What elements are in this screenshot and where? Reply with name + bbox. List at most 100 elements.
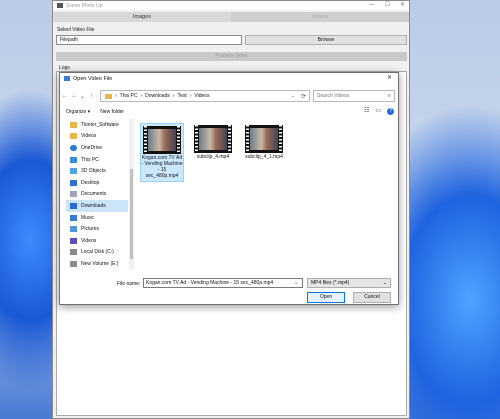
command-bar: Organize ▾ New folder ☷ ▭ ?: [60, 106, 400, 117]
tab-videos[interactable]: Videos: [231, 12, 409, 22]
file-name: subclip_4.mp4: [196, 154, 230, 160]
sidebar-item-documents[interactable]: Documents: [66, 189, 128, 201]
help-icon[interactable]: ?: [387, 108, 394, 115]
tab-images[interactable]: Images: [53, 12, 231, 22]
sidebar-item-music[interactable]: Music: [66, 212, 128, 224]
sidebar-item-onedrive[interactable]: OneDrive: [66, 142, 128, 154]
open-file-dialog: Open Video File ✕ ← → ⌄ ↑ › This PC › Do…: [59, 72, 399, 305]
folder-icon: [105, 93, 112, 99]
download-icon: [70, 202, 77, 209]
dialog-title: Open Video File: [73, 75, 113, 82]
new-folder-button[interactable]: New folder: [100, 109, 124, 115]
navigation-pane: Tkinter_Software Videos OneDrive This PC…: [66, 119, 128, 269]
sidebar-item-new-volume[interactable]: New Volume (E:): [66, 258, 128, 269]
folder-icon: [70, 133, 77, 140]
pictures-icon: [70, 226, 77, 233]
sidebar-item-tkinter-software[interactable]: Tkinter_Software: [66, 119, 128, 131]
address-bar[interactable]: › This PC › Downloads › Test › Videos ⌄ …: [100, 90, 310, 102]
breadcrumb-sep: ›: [172, 93, 175, 99]
computer-icon: [70, 156, 77, 163]
chevron-down-icon: ⌄: [382, 280, 387, 286]
drive-icon: [70, 249, 77, 256]
sidebar-item-label: Videos: [81, 237, 97, 244]
sidebar-item-label: 3D Objects: [81, 168, 106, 175]
sidebar-item-3d-objects[interactable]: 3D Objects: [66, 165, 128, 177]
window-controls: — ☐ ✕: [369, 1, 405, 10]
sidebar-item-videos-folder[interactable]: Videos: [66, 131, 128, 143]
sidebar-item-label: Desktop: [81, 179, 100, 186]
sidebar-item-label: OneDrive: [81, 144, 103, 151]
breadcrumb-downloads[interactable]: Downloads: [145, 93, 170, 99]
videos-icon: [70, 237, 77, 244]
cloud-icon: [70, 144, 77, 151]
filepath-input[interactable]: Filepath: [56, 35, 242, 45]
search-placeholder: Search Videos: [317, 93, 350, 99]
music-icon: [70, 214, 77, 221]
minimize-button[interactable]: —: [369, 1, 375, 10]
file-type-select[interactable]: MP4 files (*.mp4) ⌄: [307, 278, 391, 288]
search-input[interactable]: Search Videos ⌕: [313, 90, 395, 102]
sidebar-item-label: This PC: [81, 156, 99, 163]
file-name-input[interactable]: Kogan.com TV Ad - Vending Machine - 15 s…: [143, 278, 303, 288]
sidebar-item-this-pc[interactable]: This PC: [66, 154, 128, 166]
file-name: subclip_4_1.mp4: [245, 154, 283, 160]
sidebar-item-videos[interactable]: Videos: [66, 235, 128, 247]
sidebar-item-label: Videos: [81, 133, 97, 140]
file-item[interactable]: subclip_4_1.mp4: [242, 123, 286, 160]
breadcrumb-videos[interactable]: Videos: [194, 93, 209, 99]
up-arrow-icon[interactable]: ↑: [87, 93, 96, 99]
navigation-bar: ← → ⌄ ↑ › This PC › Downloads › Test › V…: [60, 90, 400, 102]
breadcrumb-this-pc[interactable]: This PC: [120, 93, 138, 99]
organize-menu[interactable]: Organize ▾: [66, 109, 90, 115]
recent-locations-icon[interactable]: ⌄: [78, 93, 87, 100]
documents-icon: [70, 191, 77, 198]
forward-arrow-icon[interactable]: →: [69, 93, 78, 99]
sidebar-item-pictures[interactable]: Pictures: [66, 223, 128, 235]
close-button[interactable]: ✕: [400, 1, 405, 10]
breadcrumb-test[interactable]: Test: [178, 93, 187, 99]
scrollbar-thumb[interactable]: [130, 169, 133, 259]
drive-icon: [70, 260, 77, 267]
process-video-button[interactable]: Process Video: [56, 52, 407, 61]
file-name-label: File name:: [117, 281, 141, 287]
video-thumbnail: [143, 126, 181, 154]
browse-button[interactable]: Browse: [245, 35, 407, 45]
app-title: Scene Photo Up: [66, 2, 103, 9]
view-options-icon[interactable]: ☷: [364, 106, 369, 117]
open-button[interactable]: Open: [307, 292, 345, 303]
app-icon: [57, 3, 63, 8]
chevron-down-icon[interactable]: ⌄: [294, 280, 298, 286]
folder-icon: [70, 121, 77, 128]
maximize-button[interactable]: ☐: [385, 1, 390, 10]
sidebar-item-label: Tkinter_Software: [81, 121, 119, 128]
view-controls: ☷ ▭ ?: [364, 106, 394, 117]
file-name: Kogan.com TV Ad - Vending Machine - 15 s…: [141, 155, 183, 179]
chevron-down-icon[interactable]: ⌄: [291, 93, 295, 99]
video-thumbnail: [245, 125, 283, 153]
file-item[interactable]: Kogan.com TV Ad - Vending Machine - 15 s…: [140, 123, 184, 182]
select-file-label: Select Video File: [57, 27, 95, 33]
breadcrumb-sep: ›: [140, 93, 143, 99]
video-thumbnail: [194, 125, 232, 153]
sidebar-item-label: New Volume (E:): [81, 260, 119, 267]
sidebar-item-local-disk[interactable]: Local Disk (C:): [66, 247, 128, 259]
sidebar-item-label: Downloads: [81, 202, 106, 209]
sidebar-item-label: Pictures: [81, 226, 100, 233]
refresh-icon[interactable]: ⟳: [301, 93, 306, 100]
file-type-value: MP4 files (*.mp4): [311, 280, 350, 286]
sidebar-item-desktop[interactable]: Desktop: [66, 177, 128, 189]
cancel-button[interactable]: Cancel: [353, 292, 391, 303]
nav-pane-scrollbar[interactable]: [129, 119, 134, 269]
dialog-close-button[interactable]: ✕: [387, 73, 392, 84]
sidebar-item-label: Documents: [81, 191, 107, 198]
back-arrow-icon[interactable]: ←: [60, 93, 69, 99]
cube-icon: [70, 168, 77, 175]
tab-bar: Images Videos: [53, 12, 409, 22]
sidebar-item-downloads[interactable]: Downloads: [66, 200, 128, 212]
dialog-titlebar: Open Video File ✕: [60, 73, 398, 84]
file-list: Kogan.com TV Ad - Vending Machine - 15 s…: [138, 119, 396, 269]
search-icon: ⌕: [387, 93, 391, 99]
app-titlebar: Scene Photo Up — ☐ ✕: [53, 1, 409, 10]
preview-pane-icon[interactable]: ▭: [375, 106, 381, 117]
file-item[interactable]: subclip_4.mp4: [191, 123, 235, 160]
